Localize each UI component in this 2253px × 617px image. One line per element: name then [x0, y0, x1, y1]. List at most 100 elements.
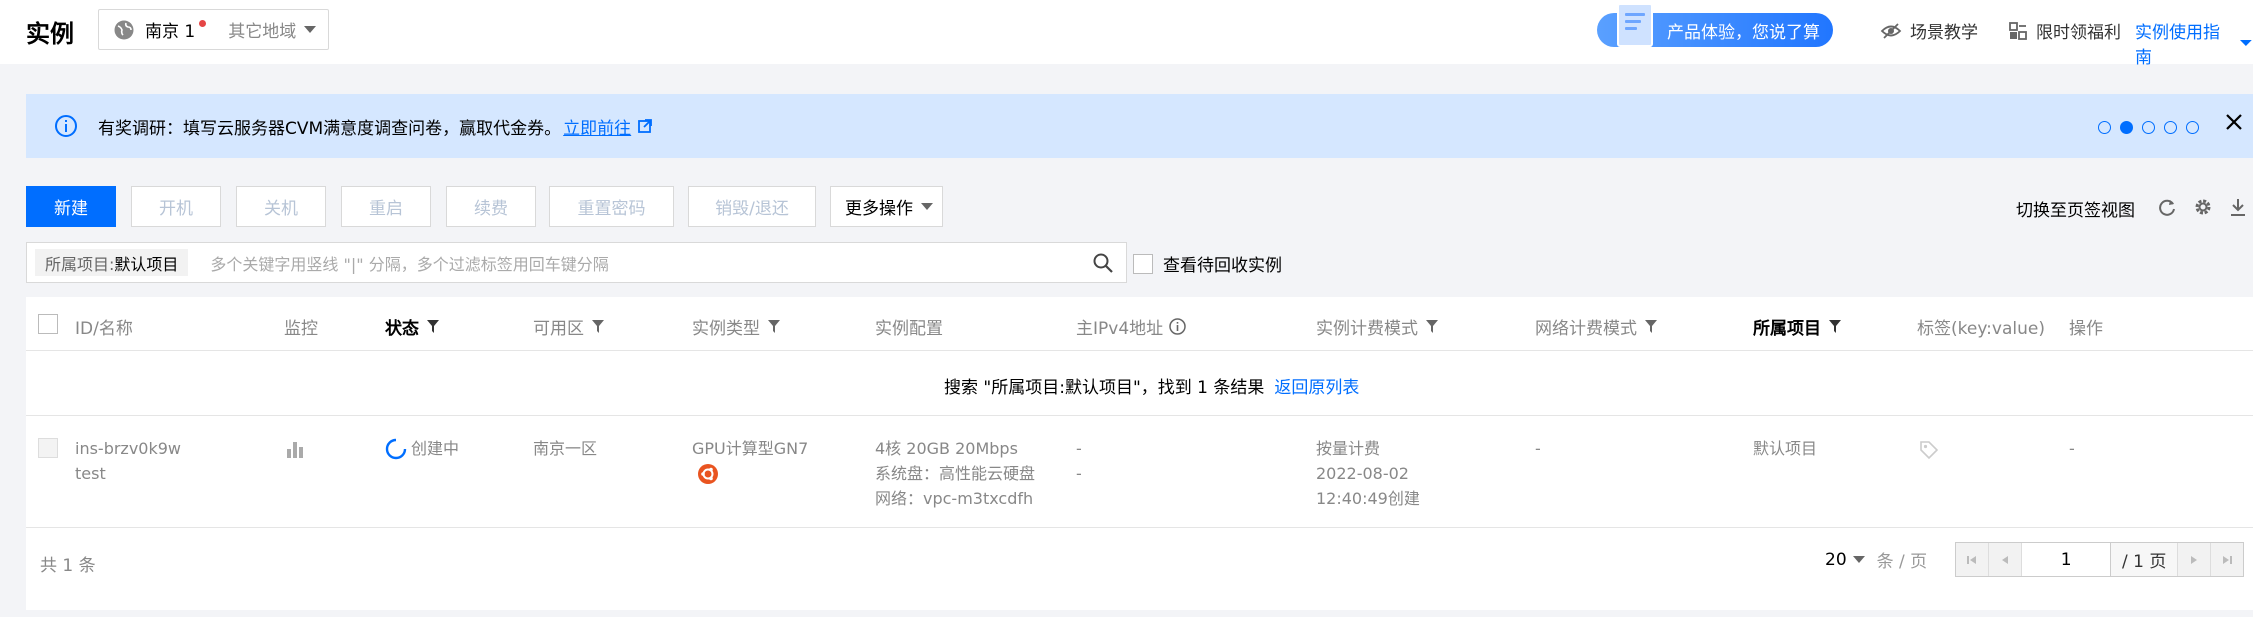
- gear-icon[interactable]: [2193, 197, 2213, 217]
- loading-spinner-icon: [385, 438, 407, 459]
- col-config: 实例配置: [875, 314, 943, 339]
- filter-icon[interactable]: [1829, 320, 1841, 333]
- page-size-value: 20: [1825, 549, 1847, 570]
- col-zone[interactable]: 可用区: [533, 314, 604, 339]
- first-page-button[interactable]: [1956, 543, 1990, 576]
- restart-button[interactable]: 重启: [341, 186, 431, 227]
- instance-name[interactable]: test: [75, 461, 181, 486]
- recycle-checkbox[interactable]: [1133, 253, 1153, 274]
- feedback-promo-button[interactable]: 产品体验，您说了算: [1597, 3, 1833, 47]
- col-status[interactable]: 状态: [385, 314, 439, 339]
- search-result-message: 搜索 "所属项目:默认项目"，找到 1 条结果 返回原列表: [944, 373, 1359, 398]
- select-all-checkbox[interactable]: [38, 314, 58, 334]
- refresh-icon[interactable]: [2157, 197, 2177, 217]
- col-config-label: 实例配置: [875, 319, 943, 339]
- next-page-icon: [2191, 555, 2198, 564]
- carousel-dots: [2098, 121, 2199, 134]
- bar-chart-icon[interactable]: [285, 439, 305, 459]
- total-count: 共 1 条: [40, 556, 96, 576]
- carousel-dot[interactable]: [2098, 121, 2111, 134]
- last-page-button[interactable]: [2210, 543, 2244, 576]
- filter-icon[interactable]: [768, 320, 780, 333]
- globe-icon: [114, 20, 134, 39]
- chevron-down-icon: [2240, 40, 2253, 46]
- page-size-unit: 条 / 页: [1876, 552, 1928, 572]
- net-billing-cell: -: [1535, 439, 1541, 458]
- carousel-dot[interactable]: [2164, 121, 2177, 134]
- chevron-down-icon: [304, 26, 317, 33]
- prev-page-button[interactable]: [1989, 543, 2023, 576]
- chevron-down-icon: [1852, 556, 1865, 563]
- page-number-input[interactable]: 1: [2022, 543, 2112, 576]
- welfare-link[interactable]: 限时领福利: [2008, 18, 2121, 43]
- col-status-label: 状态: [385, 319, 419, 339]
- filter-icon[interactable]: [1645, 320, 1657, 333]
- row-checkbox[interactable]: [38, 438, 58, 458]
- col-type[interactable]: 实例类型: [692, 314, 780, 339]
- promo-label: 产品体验，您说了算: [1667, 22, 1820, 43]
- more-actions-button[interactable]: 更多操作: [830, 186, 943, 227]
- search-icon[interactable]: [1092, 252, 1114, 274]
- renew-button[interactable]: 续费: [446, 186, 536, 227]
- col-project-label: 所属项目: [1753, 319, 1821, 339]
- prev-page-icon: [2002, 555, 2009, 564]
- back-to-list-link[interactable]: 返回原列表: [1274, 378, 1359, 398]
- grid-gift-icon: [2009, 21, 2027, 40]
- switch-tab-view-link[interactable]: 切换至页签视图: [2016, 196, 2135, 221]
- destroy-button[interactable]: 销毁/退还: [688, 186, 816, 227]
- stop-button[interactable]: 关机: [236, 186, 326, 227]
- carousel-dot[interactable]: [2142, 121, 2155, 134]
- col-project[interactable]: 所属项目: [1753, 314, 1841, 339]
- instance-guide-label: 实例使用指南: [2135, 23, 2220, 68]
- col-net-billing-label: 网络计费模式: [1535, 319, 1637, 339]
- table-header: ID/名称 监控 状态 可用区 实例类型 实例配置 主IPv4地址 实例计费模式…: [26, 297, 2253, 351]
- instance-id[interactable]: ins-brzv0k9w: [75, 436, 181, 461]
- chevron-down-icon: [921, 203, 933, 210]
- project-cell: 默认项目: [1753, 439, 1818, 458]
- carousel-dot-active[interactable]: [2120, 121, 2133, 134]
- banner-message: 有奖调研：填写云服务器CVM满意度调查问卷，赢取代金券。: [98, 118, 562, 139]
- col-billing[interactable]: 实例计费模式: [1316, 314, 1438, 339]
- col-tags-label: 标签(key:value): [1917, 319, 2045, 339]
- external-link-icon[interactable]: [637, 118, 653, 134]
- banner-link[interactable]: 立即前往: [563, 119, 631, 139]
- last-page-icon: [2223, 555, 2233, 564]
- survey-banner: 有奖调研：填写云服务器CVM满意度调查问卷，赢取代金券。 立即前往: [26, 94, 2253, 158]
- recycle-filter[interactable]: 查看待回收实例: [1133, 251, 1282, 276]
- filter-icon[interactable]: [1426, 320, 1438, 333]
- col-monitor-label: 监控: [284, 319, 318, 339]
- info-icon: [55, 115, 77, 137]
- close-icon[interactable]: [2225, 113, 2243, 131]
- page-size-select[interactable]: 20: [1825, 550, 1865, 570]
- create-button[interactable]: 新建: [26, 186, 116, 227]
- instance-guide-link[interactable]: 实例使用指南: [2135, 18, 2253, 68]
- start-button[interactable]: 开机: [131, 186, 221, 227]
- filter-tag[interactable]: 所属项目: 默认项目: [35, 249, 189, 276]
- region-selector[interactable]: 南京 1 其它地域: [98, 9, 329, 50]
- tag-icon[interactable]: [1919, 440, 1939, 460]
- ubuntu-os-icon: [698, 464, 718, 484]
- top-bar: 实例 南京 1 其它地域 产品体验，您说了算 场景教学 限时领福利 实例使用指南: [0, 0, 2253, 68]
- col-net-billing[interactable]: 网络计费模式: [1535, 314, 1657, 339]
- col-ops: 操作: [2069, 314, 2103, 339]
- search-input[interactable]: 所属项目: 默认项目 多个关键字用竖线 "|" 分隔，多个过滤标签用回车键分隔: [26, 242, 1127, 283]
- info-icon[interactable]: [1169, 318, 1186, 335]
- carousel-dot[interactable]: [2186, 121, 2199, 134]
- reset-password-button[interactable]: 重置密码: [549, 186, 674, 227]
- filter-icon[interactable]: [427, 320, 439, 333]
- scene-tutorial-label: 场景教学: [1910, 23, 1978, 43]
- col-type-label: 实例类型: [692, 319, 760, 339]
- document-icon: [1617, 3, 1653, 47]
- col-ipv4: 主IPv4地址: [1076, 314, 1186, 339]
- recycle-label: 查看待回收实例: [1163, 256, 1282, 276]
- created-time: 12:40:49创建: [1316, 489, 1420, 508]
- download-icon[interactable]: [2229, 197, 2247, 217]
- next-page-button[interactable]: [2177, 543, 2211, 576]
- scene-tutorial-link[interactable]: 场景教学: [1880, 18, 1978, 43]
- region-badge-dot: [199, 20, 207, 27]
- filter-icon[interactable]: [592, 320, 604, 333]
- page-title: 实例: [26, 20, 74, 48]
- filter-tag-key: 所属项目:: [45, 254, 115, 274]
- billing-mode: 按量计费: [1316, 439, 1381, 458]
- col-tags: 标签(key:value): [1917, 314, 2045, 339]
